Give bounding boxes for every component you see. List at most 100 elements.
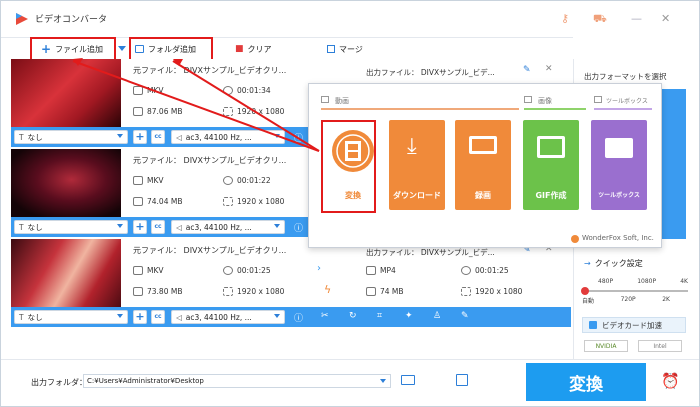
monitor-icon <box>469 136 497 154</box>
record-tool[interactable]: 録画 <box>455 120 511 210</box>
info-icon[interactable]: ⓘ <box>294 311 303 324</box>
subtitle-value: なし <box>27 312 43 322</box>
duration-value: 00:01:34 <box>237 86 271 95</box>
video-section-label: 動画 <box>335 97 349 105</box>
resolution-info: 1920 x 1080 <box>223 287 284 296</box>
watermark-icon[interactable]: ♙ <box>433 311 441 321</box>
info-icon[interactable]: ⓘ <box>294 131 303 144</box>
video-section-icon <box>321 96 329 103</box>
scissors-icon[interactable]: ✂ <box>321 311 329 321</box>
output-format-value: MP4 <box>380 266 396 275</box>
subtitle-value: なし <box>27 132 43 142</box>
arrow-right-icon: › <box>317 263 321 274</box>
quick-settings-label: → クイック設定 <box>584 259 643 268</box>
video-thumbnail[interactable] <box>11 59 121 127</box>
audio-select[interactable]: ◁ ac3, 44100 Hz, ... <box>171 310 285 324</box>
chevron-down-icon <box>274 314 280 318</box>
cc-button[interactable]: cc <box>151 310 165 324</box>
add-file-dropdown-icon[interactable] <box>118 46 126 51</box>
audio-select[interactable]: ◁ ac3, 44100 Hz, ... <box>171 130 285 144</box>
remove-icon[interactable]: ✕ <box>545 64 553 74</box>
rotate-icon[interactable]: ↻ <box>349 311 357 321</box>
effects-icon[interactable]: ✦ <box>405 311 413 321</box>
alarm-clock-icon[interactable]: ⏰ <box>661 372 680 390</box>
resolution-icon <box>223 197 233 206</box>
cc-button[interactable]: cc <box>151 220 165 234</box>
record-tool-label: 録画 <box>475 191 491 200</box>
nvidia-badge: NVIDIA <box>584 340 628 352</box>
size-value: 73.80 MB <box>147 287 183 296</box>
output-size-value: 74 MB <box>380 287 404 296</box>
gpu-accel-button[interactable]: ビデオカード加速 <box>582 317 686 333</box>
audio-select[interactable]: ◁ ac3, 44100 Hz, ... <box>171 220 285 234</box>
key-icon[interactable]: ⚷ <box>561 12 569 25</box>
edit-icon[interactable]: ✎ <box>461 311 469 321</box>
subtitle-select[interactable]: T なし <box>14 130 128 144</box>
open-folder-icon[interactable] <box>456 374 468 386</box>
chevron-down-icon <box>117 314 123 318</box>
close-icon[interactable]: ✕ <box>661 12 670 25</box>
crop-icon[interactable]: ⌗ <box>377 311 382 321</box>
bolt-icon[interactable]: ϟ <box>324 283 331 296</box>
bottom-bar: 出力フォルダ： C:¥Users¥Administrator¥Desktop 変… <box>1 359 699 406</box>
resolution-value: 1920 x 1080 <box>237 287 285 296</box>
merge-label: マージ <box>339 44 363 54</box>
info-icon[interactable]: ⓘ <box>294 221 303 234</box>
add-subtitle-button[interactable]: + <box>133 310 147 324</box>
resolution-icon <box>223 107 233 116</box>
convert-button[interactable]: 変換 <box>526 363 646 401</box>
clock-icon <box>223 176 233 185</box>
merge-button[interactable]: マージ <box>327 41 363 57</box>
gif-tool[interactable]: GIF作成 <box>523 120 579 210</box>
app-logo-icon <box>16 13 28 25</box>
audio-value: ac3, 44100 Hz, ... <box>185 312 252 322</box>
gif-tool-label: GIF作成 <box>535 191 567 200</box>
quality-slider[interactable] <box>581 287 688 295</box>
file-row[interactable]: 元ファイル： DIVXサンプル_ビデオクリ... MKV 00:01:25 73… <box>11 239 571 329</box>
format-value: MKV <box>147 86 164 95</box>
cc-button[interactable]: cc <box>151 130 165 144</box>
chevron-down-icon <box>274 224 280 228</box>
text-icon: T <box>19 312 24 322</box>
toolbox-tool[interactable]: ツールボックス <box>591 120 647 210</box>
toolbox-section-icon <box>594 96 602 103</box>
clock-icon <box>223 266 233 275</box>
edit-icon[interactable]: ✎ <box>523 65 531 75</box>
add-subtitle-button[interactable]: + <box>133 130 147 144</box>
toolbox-section-divider <box>594 108 652 110</box>
toolbox-tool-label: ツールボックス <box>598 192 640 199</box>
gpu-icon <box>589 321 597 329</box>
image-section-label: 画像 <box>538 97 552 105</box>
video-thumbnail[interactable] <box>11 239 121 307</box>
clock-icon <box>461 266 471 275</box>
size-info: 74.04 MB <box>133 197 182 206</box>
slider-handle[interactable] <box>581 287 589 295</box>
clear-button[interactable]: ■ クリア <box>235 41 272 57</box>
size-info: 87.06 MB <box>133 107 182 116</box>
add-subtitle-button[interactable]: + <box>133 220 147 234</box>
format-info: MKV <box>133 266 164 275</box>
subtitle-select[interactable]: T なし <box>14 310 128 324</box>
add-folder-highlight <box>129 37 213 61</box>
chevron-down-icon[interactable] <box>380 379 386 383</box>
size-icon <box>133 287 143 296</box>
source-filename: 元ファイル： DIVXサンプル_ビデオクリ... <box>133 66 287 75</box>
output-duration-info: 00:01:25 <box>461 266 509 275</box>
toolbox-section-label: ツールボックス <box>606 98 648 105</box>
download-tool[interactable]: ⤓ ダウンロード <box>389 120 445 210</box>
resolution-value: 1920 x 1080 <box>237 107 285 116</box>
browse-folder-icon[interactable] <box>401 375 415 385</box>
format-icon <box>133 86 143 95</box>
minimize-icon[interactable]: — <box>631 12 642 25</box>
output-resolution-info: 1920 x 1080 <box>461 287 522 296</box>
subtitle-select[interactable]: T なし <box>14 220 128 234</box>
output-path-field[interactable]: C:¥Users¥Administrator¥Desktop <box>83 374 391 388</box>
cart-icon[interactable]: ⛟ <box>593 12 607 27</box>
video-thumbnail[interactable] <box>11 149 121 217</box>
output-duration-value: 00:01:25 <box>475 266 509 275</box>
output-format-label: 出力フォーマットを選択 <box>584 72 667 81</box>
image-icon <box>537 136 565 158</box>
output-filename: 出力ファイル： DIVXサンプル_ビデ... <box>366 248 495 257</box>
row-toolbar: T なし + cc ◁ ac3, 44100 Hz, ... ⓘ ✂ ↻ ⌗ ✦ ♙… <box>11 307 571 327</box>
format-info: MKV <box>133 176 164 185</box>
